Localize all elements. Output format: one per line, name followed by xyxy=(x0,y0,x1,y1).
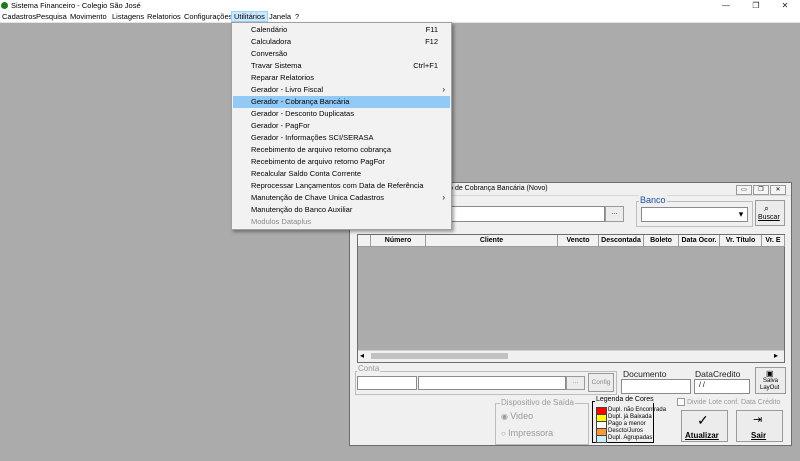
menu-item-cobranca-bancaria[interactable]: Gerador - Cobrança Bancária xyxy=(233,96,450,108)
search-icon: ⌕ xyxy=(764,203,770,213)
dropdown-arrow-icon: ▾ xyxy=(738,209,744,219)
atualizar-button[interactable]: ✓ Atualizar xyxy=(681,410,728,442)
legend-item: Dupl. não Encontrada xyxy=(596,407,666,415)
conta-label: Conta xyxy=(357,364,381,373)
documento-label: Documento xyxy=(623,369,667,379)
close-button[interactable]: ✕ xyxy=(770,0,800,11)
menu-item-conversao[interactable]: Conversão xyxy=(233,48,450,60)
dispositivo-label: Dispositivo de Saída xyxy=(500,398,575,407)
menu-item-modulos-dataplus: Modulos Dataplus xyxy=(251,217,312,226)
sair-button[interactable]: ⇥ Sair xyxy=(736,410,783,442)
menu-item-pagfor[interactable]: Gerador - PagFor xyxy=(233,120,450,132)
exit-door-icon: ⇥ xyxy=(753,414,763,426)
grid-horizontal-scrollbar[interactable]: ◂ ▸ xyxy=(358,350,784,362)
grid-header-select xyxy=(358,235,371,247)
arquivo-browse-button[interactable]: ... xyxy=(605,206,624,222)
datacredito-label: DataCredito xyxy=(695,369,741,379)
menu-item-desconto-duplicatas[interactable]: Gerador - Desconto Duplicatas xyxy=(233,108,450,120)
menu-pesquisa[interactable]: Pesquisa xyxy=(34,12,69,21)
menu-help[interactable]: ? xyxy=(293,12,301,21)
menu-item-calculadora[interactable]: Calculadora F12 xyxy=(233,36,450,48)
menu-item-sci-serasa[interactable]: Gerador - Informações SCI/SERASA xyxy=(233,132,450,144)
menu-item-retorno-cobranca[interactable]: Recebimento de arquivo retorno cobrança xyxy=(233,144,450,156)
grid-header-vencto[interactable]: Vencto xyxy=(558,235,599,247)
legend-item: Pago a menor xyxy=(596,421,656,429)
menu-configuracoes[interactable]: Configurações xyxy=(182,12,234,21)
title-bar: Sistema Financeiro - Colegio São José — … xyxy=(0,0,800,11)
child-minimize-button[interactable]: ▭ xyxy=(736,185,752,195)
menu-item-banco-auxiliar[interactable]: Manutenção do Banco Auxiliar xyxy=(233,204,450,216)
legend-swatch xyxy=(596,435,607,443)
utilitarios-dropdown: Calendário F11 Calculadora F12 Conversão T… xyxy=(231,22,452,230)
menu-item-reprocessar-lancamentos[interactable]: Reprocessar Lançamentos com Data de Refe… xyxy=(233,180,450,192)
submenu-arrow-icon: › xyxy=(442,85,445,94)
scroll-left-icon[interactable]: ◂ xyxy=(360,351,364,360)
legend-item: Descto/Juros xyxy=(596,428,656,436)
documento-field[interactable] xyxy=(621,379,691,394)
minimize-button[interactable]: — xyxy=(711,0,741,11)
child-restore-button[interactable]: ❐ xyxy=(753,185,769,195)
menu-relatorios[interactable]: Relatorios xyxy=(145,12,183,21)
grid-header-vr-titulo[interactable]: Vr. Título xyxy=(720,235,762,247)
datacredito-field[interactable]: / / xyxy=(694,379,750,394)
titulos-grid[interactable]: Número Cliente Vencto Descontada Boleto … xyxy=(357,234,785,363)
submenu-arrow-icon: › xyxy=(442,193,445,202)
radio-video[interactable]: ◉ Video xyxy=(501,411,533,421)
conta-browse-button[interactable]: ... xyxy=(566,376,585,390)
app-icon xyxy=(1,2,8,9)
radio-selected-icon: ◉ xyxy=(501,412,508,421)
check-icon: ✓ xyxy=(697,412,709,428)
conta-name-field[interactable] xyxy=(418,376,566,390)
app-title: Sistema Financeiro - Colegio São José xyxy=(11,1,141,10)
legenda-label: Legenda de Cores xyxy=(595,396,655,403)
grid-header-vr-e[interactable]: Vr. E xyxy=(762,235,785,247)
grid-header-descontada[interactable]: Descontada xyxy=(599,235,644,247)
menu-item-livro-fiscal[interactable]: Gerador - Livro Fiscal › xyxy=(233,84,450,96)
save-icon: ▣ xyxy=(766,369,774,378)
maximize-button[interactable]: ❐ xyxy=(741,0,771,11)
divide-lote-checkbox[interactable]: Divide Lote conf. Data Crédito xyxy=(677,398,780,406)
menu-item-reparar-relatorios[interactable]: Reparar Relatorios xyxy=(233,72,450,84)
legend-item: Dupl. Agrupadas xyxy=(596,435,656,443)
grid-header-numero[interactable]: Número xyxy=(371,235,426,247)
buscar-button[interactable]: ⌕ Buscar xyxy=(755,200,785,226)
banco-select[interactable]: ▾ xyxy=(641,207,748,222)
menu-utilitarios[interactable]: Utilitários xyxy=(231,11,268,22)
config-button[interactable]: Config xyxy=(588,373,614,392)
radio-unselected-icon: ○ xyxy=(501,429,506,438)
menu-item-travar-sistema[interactable]: Travar Sistema Ctrl+F1 xyxy=(233,60,450,72)
grid-header-data-ocor[interactable]: Data Ocor. xyxy=(679,235,720,247)
menu-listagens[interactable]: Listagens xyxy=(110,12,146,21)
conta-code-field[interactable] xyxy=(357,376,417,390)
checkbox-icon xyxy=(677,398,685,406)
legend-item: Dupl. já Baixada xyxy=(596,414,656,422)
grid-header-boleto[interactable]: Boleto xyxy=(644,235,679,247)
radio-impressora[interactable]: ○ Impressora xyxy=(501,428,553,438)
menu-item-chave-unica[interactable]: Manutenção de Chave Unica Cadastros › xyxy=(233,192,450,204)
scroll-right-icon[interactable]: ▸ xyxy=(774,351,778,360)
menu-item-recalcular-saldo[interactable]: Recalcular Saldo Conta Corrente xyxy=(233,168,450,180)
child-title: orno de Cobrança Bancária (Novo) xyxy=(439,185,548,192)
legenda-group: Dupl. não Encontrada Dupl. já Baixada Pa… xyxy=(592,401,666,443)
grid-header-cliente[interactable]: Cliente xyxy=(426,235,558,247)
menu-item-calendario[interactable]: Calendário F11 xyxy=(233,24,450,36)
menu-cadastros[interactable]: Cadastros xyxy=(0,12,38,21)
banco-label: Banco xyxy=(639,195,667,205)
child-close-button[interactable]: ✕ xyxy=(770,185,786,195)
scroll-thumb[interactable] xyxy=(371,353,508,359)
menu-movimento[interactable]: Movimento xyxy=(68,12,109,21)
menu-janela[interactable]: Janela xyxy=(267,12,293,21)
dispositivo-group xyxy=(495,403,589,445)
menu-item-retorno-pagfor[interactable]: Recebimento de arquivo retorno PagFor xyxy=(233,156,450,168)
salva-layout-button[interactable]: ▣ Salva LayOut xyxy=(755,367,786,394)
